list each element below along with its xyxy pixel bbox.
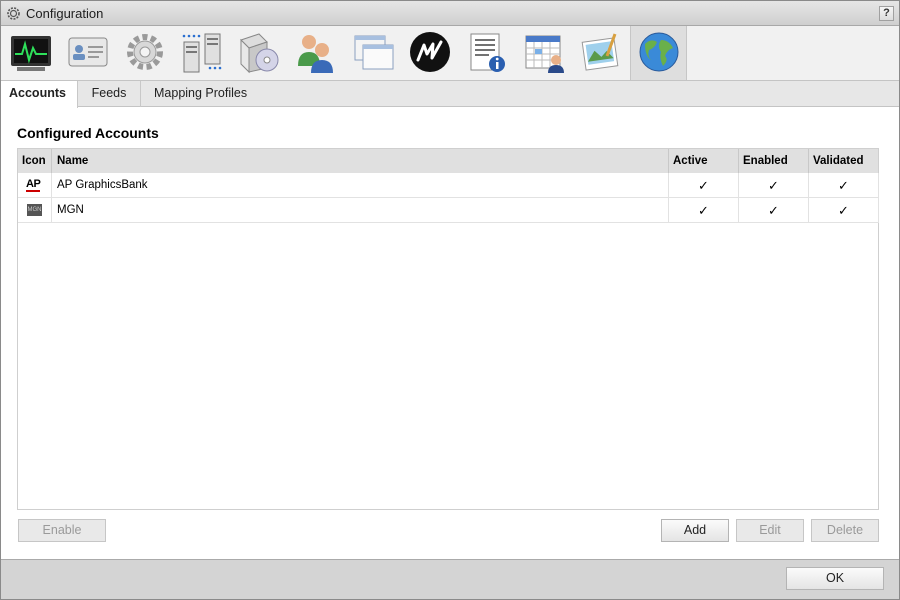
section-title: Configured Accounts (17, 125, 159, 141)
id-card-icon (68, 37, 108, 67)
gear-icon (6, 6, 21, 21)
configuration-window: Configuration ? Accounts Feeds Mapping P… (0, 0, 900, 600)
toolbar-item-info[interactable] (459, 26, 516, 80)
active-check: ✓ (669, 198, 739, 223)
toolbar-item-users[interactable] (288, 26, 345, 80)
toolbar-item-settings[interactable] (117, 26, 174, 80)
validated-check: ✓ (809, 198, 879, 223)
server-icon (182, 33, 222, 73)
table-row[interactable]: MGN MGN ✓ ✓ ✓ (18, 198, 879, 223)
tab-accounts[interactable]: Accounts (1, 81, 78, 108)
dialog-footer: OK (1, 559, 899, 599)
users-icon (298, 35, 333, 73)
tab-feeds[interactable]: Feeds (78, 81, 141, 107)
gear-icon (127, 34, 163, 70)
windows-icon (354, 35, 394, 70)
toolbar-item-monitor[interactable] (3, 26, 60, 80)
column-header-enabled[interactable]: Enabled (739, 149, 809, 173)
active-check: ✓ (669, 173, 739, 198)
globe-icon (639, 32, 679, 72)
toolbar-item-globe[interactable] (630, 26, 687, 80)
title-bar[interactable]: Configuration ? (1, 1, 899, 26)
ap-logo-icon: AP (26, 178, 41, 192)
toolbar-item-id-card[interactable] (60, 26, 117, 80)
toolbar-item-software[interactable] (231, 26, 288, 80)
enabled-check: ✓ (739, 198, 809, 223)
validated-check: ✓ (809, 173, 879, 198)
toolbar-item-graphics[interactable] (573, 26, 630, 80)
toolbar-item-windows[interactable] (345, 26, 402, 80)
edit-button[interactable]: Edit (736, 519, 804, 542)
row-icon-cell: MGN (18, 198, 52, 223)
icon-toolbar (1, 26, 899, 81)
accounts-table: Icon Name Active Enabled Validated AP AP… (17, 148, 879, 510)
enable-button[interactable]: Enable (18, 519, 106, 542)
toolbar-item-schedule[interactable] (516, 26, 573, 80)
column-header-active[interactable]: Active (669, 149, 739, 173)
account-name: MGN (52, 198, 669, 223)
ok-button[interactable]: OK (786, 567, 884, 590)
mgn-logo-icon: MGN (27, 204, 42, 216)
calendar-user-icon (525, 35, 564, 73)
software-box-icon (240, 33, 279, 74)
tab-bar: Accounts Feeds Mapping Profiles (1, 81, 899, 108)
picture-icon (581, 33, 619, 71)
help-button[interactable]: ? (879, 6, 894, 21)
window-title: Configuration (26, 6, 104, 21)
add-button[interactable]: Add (661, 519, 729, 542)
account-name: AP GraphicsBank (52, 173, 669, 198)
document-info-icon (470, 33, 505, 72)
column-header-validated[interactable]: Validated (809, 149, 879, 173)
toolbar-item-servers[interactable] (174, 26, 231, 80)
column-header-icon[interactable]: Icon (18, 149, 52, 173)
tab-mapping-profiles[interactable]: Mapping Profiles (141, 81, 261, 107)
enabled-check: ✓ (739, 173, 809, 198)
toolbar-item-m-logo[interactable] (402, 26, 459, 80)
m-logo-icon (410, 32, 450, 72)
table-row[interactable]: AP AP GraphicsBank ✓ ✓ ✓ (18, 173, 879, 198)
monitor-icon (11, 36, 51, 71)
column-header-name[interactable]: Name (52, 149, 669, 173)
delete-button[interactable]: Delete (811, 519, 879, 542)
row-icon-cell: AP (18, 173, 52, 198)
table-header: Icon Name Active Enabled Validated (18, 149, 878, 173)
